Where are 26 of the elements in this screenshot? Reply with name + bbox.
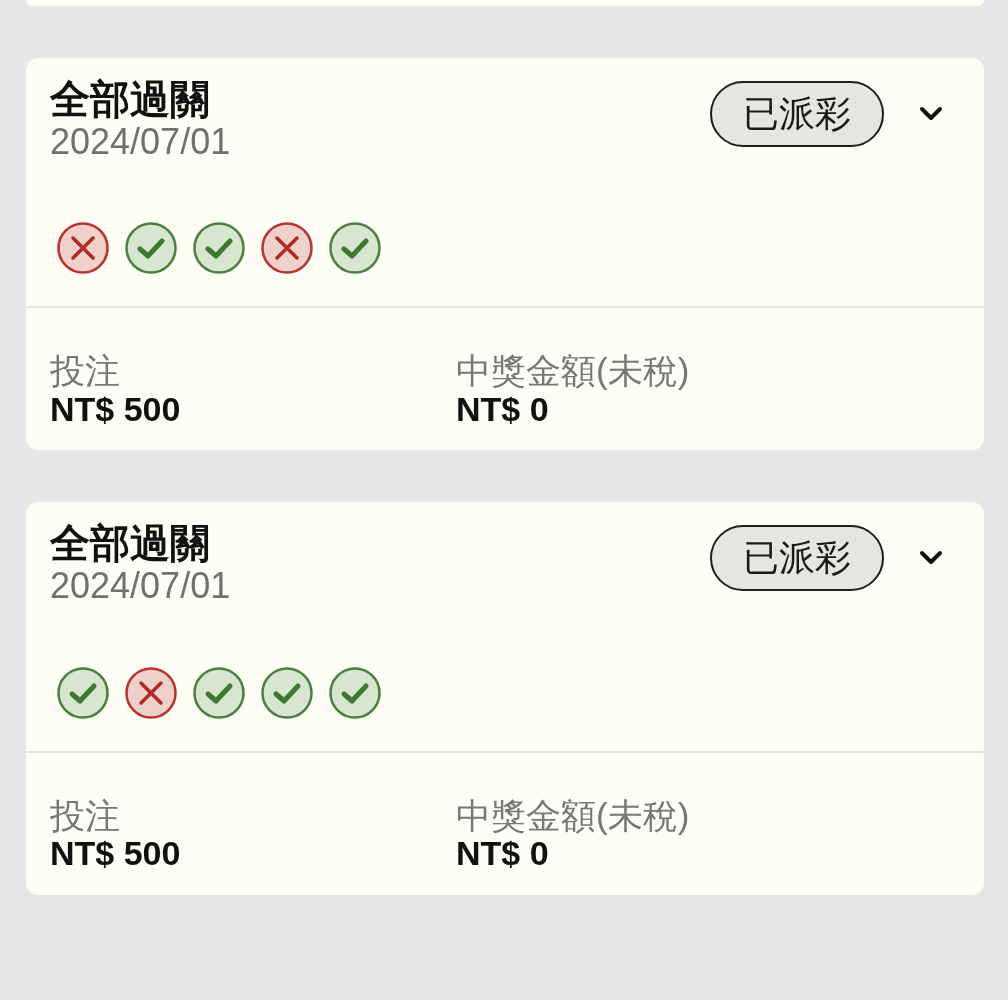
check-circle-icon [125,222,177,275]
stake-amount: NT$ 500 [50,835,181,873]
stake-label: 投注 [50,796,120,836]
check-circle-icon [193,222,245,275]
status-badge: 已派彩 [710,81,884,147]
stake-amount: NT$ 500 [50,390,181,429]
chevron-down-icon[interactable] [919,550,943,567]
check-circle-icon [193,666,245,719]
payout-label: 中獎金額(未稅) [456,352,690,391]
stake-label: 投注 [50,352,120,391]
cross-circle-icon [57,222,109,275]
check-circle-icon [261,666,313,719]
payout-label: 中獎金額(未稅) [456,796,690,836]
cross-circle-icon [125,666,177,719]
status-badge: 已派彩 [710,525,884,592]
bet-date: 2024/07/01 [50,121,231,163]
chevron-down-icon[interactable] [919,106,943,122]
bet-date: 2024/07/01 [50,565,231,607]
payout-amount: NT$ 0 [456,390,549,429]
cross-circle-icon [261,222,313,275]
check-circle-icon [329,222,381,275]
check-circle-icon [329,666,381,719]
bet-type-title: 全部過關 [50,521,211,566]
payout-amount: NT$ 0 [456,835,549,873]
bet-type-title: 全部過關 [50,77,211,121]
check-circle-icon [57,666,109,719]
